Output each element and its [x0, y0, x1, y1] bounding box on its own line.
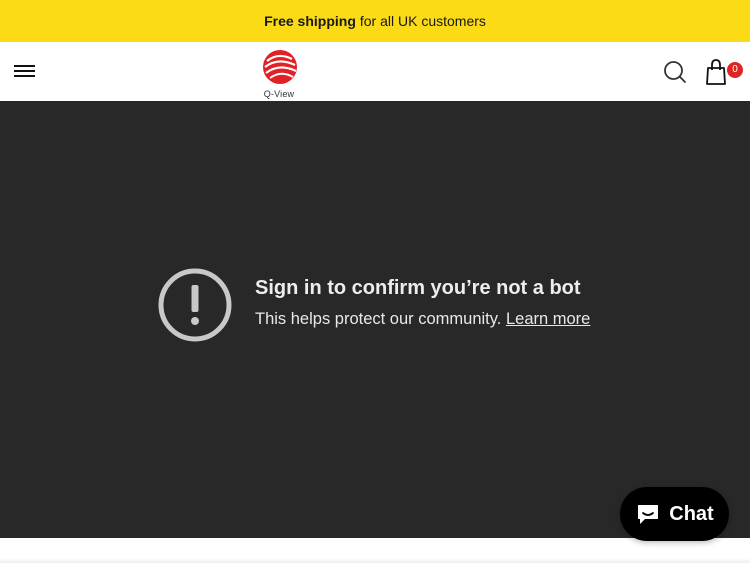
- cart-count-badge: 0: [727, 62, 743, 78]
- chat-button[interactable]: Chat: [620, 487, 729, 541]
- menu-button[interactable]: [14, 60, 38, 82]
- chat-bubble-icon: [638, 505, 659, 524]
- cart-button[interactable]: 0: [704, 57, 744, 87]
- hamburger-icon: [14, 65, 35, 77]
- logo-mark-icon: [263, 50, 297, 84]
- chat-label: Chat: [669, 502, 714, 525]
- video-embed[interactable]: Sign in to confirm you’re not a bot This…: [0, 101, 750, 538]
- announcement-bar: Free shipping for all UK customers: [0, 0, 750, 42]
- learn-more-link[interactable]: Learn more: [506, 310, 590, 328]
- shopping-bag-icon: [706, 59, 726, 85]
- site-logo[interactable]: Q-View: [255, 46, 303, 99]
- video-error-subtitle: This helps protect our community. Learn …: [255, 310, 590, 329]
- search-icon: [664, 61, 686, 83]
- site-header: Q-View 0: [0, 42, 750, 101]
- announcement-bold-text: Free shipping: [264, 13, 356, 29]
- announcement-text: for all UK customers: [359, 13, 486, 29]
- search-button[interactable]: [662, 59, 688, 85]
- video-error-title: Sign in to confirm you’re not a bot: [255, 277, 581, 299]
- video-error-text: This helps protect our community.: [255, 310, 502, 328]
- logo-text: Q-View: [263, 89, 295, 99]
- page-bottom: [0, 538, 750, 563]
- divider: [0, 558, 750, 563]
- alert-circle-icon: [158, 268, 232, 342]
